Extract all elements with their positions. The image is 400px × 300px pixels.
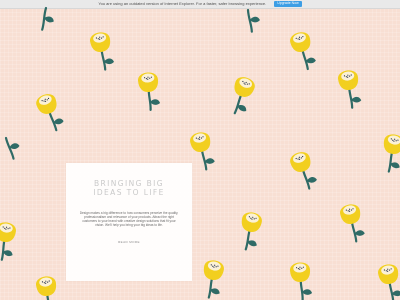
hero-body-text: Design makes a big difference to how con… [79,211,179,228]
flower-icon [337,201,368,245]
flower-icon [4,133,25,160]
hero-card: BRINGING BIG IDEAS TO LIFE Design makes … [66,163,192,281]
flower-icon [375,261,400,300]
flower-icon [33,274,62,300]
flower-icon [287,29,319,73]
flower-icon [0,220,19,263]
flower-icon [40,6,57,33]
flower-icon [136,70,162,112]
flower-icon [377,131,400,175]
flower-pattern-background [0,6,400,300]
flower-icon [224,73,259,118]
read-more-link[interactable]: READ MORE [118,240,140,244]
flower-icon [234,209,265,253]
flower-icon [197,257,227,300]
flower-icon [288,260,314,300]
flower-icon [287,148,320,193]
flower-icon [187,129,218,173]
flower-icon [246,7,263,33]
headline-line-2: IDEAS TO LIFE [93,188,165,197]
headline-line-1: BRINGING BIG [94,179,164,188]
flower-icon [335,68,364,111]
hero-headline: BRINGING BIG IDEAS TO LIFE [74,179,184,197]
flower-icon [87,29,117,73]
flower-icon [32,90,67,135]
